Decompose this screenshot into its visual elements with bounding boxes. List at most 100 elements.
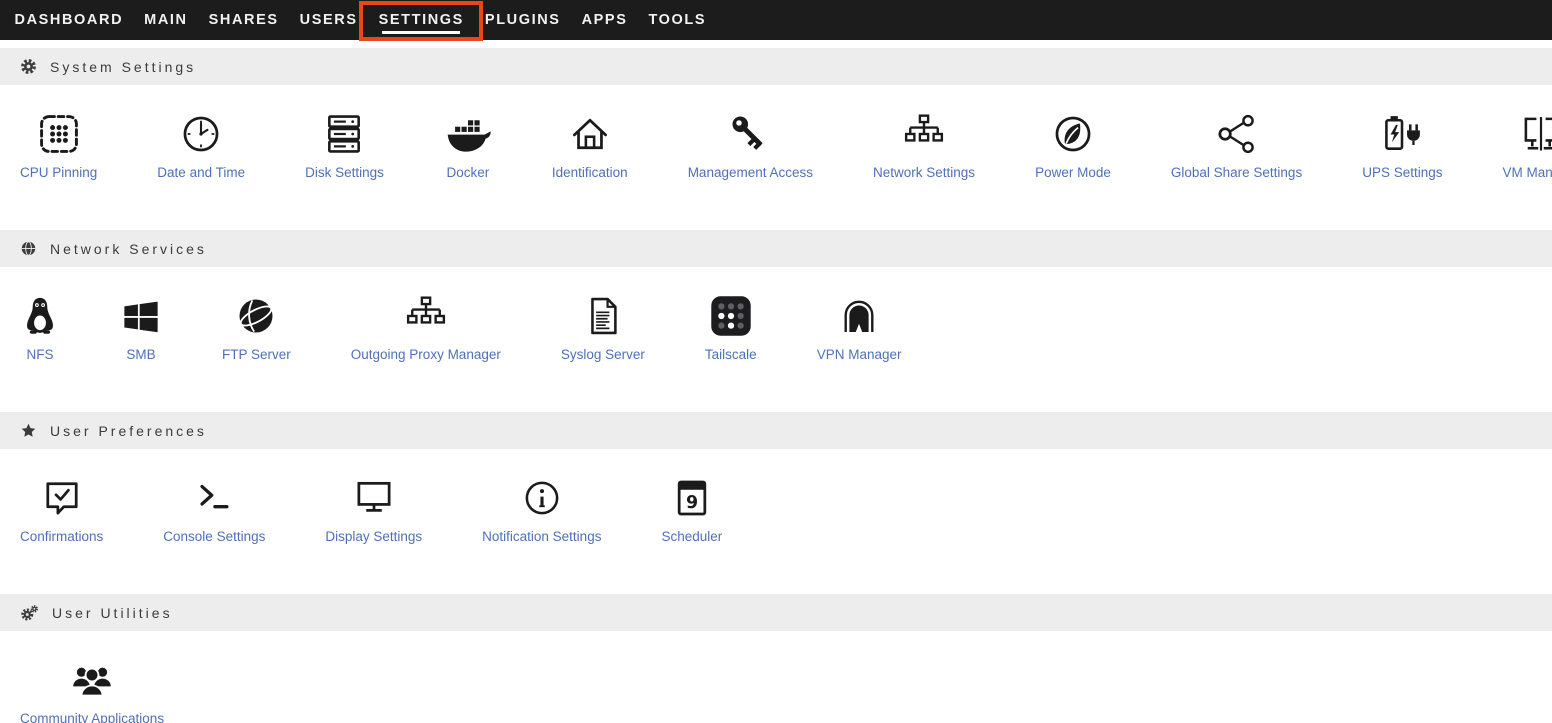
settings-page: System Settings CPU Pinning Date and Time D… — [0, 40, 1552, 723]
users-icon — [70, 656, 114, 702]
nav-item-dashboard[interactable]: DASHBOARD — [4, 0, 134, 40]
settings-item-label: UPS Settings — [1362, 165, 1442, 180]
section-network-services: Network Services NFS SMB FTP Server Outgoing… — [0, 230, 1552, 412]
nav-item-shares[interactable]: SHARES — [198, 0, 289, 40]
settings-item-tailscale[interactable]: Tailscale — [705, 292, 757, 362]
nav-item-apps[interactable]: APPS — [571, 0, 638, 40]
settings-item-vm-manager[interactable]: VM Manager — [1503, 110, 1552, 180]
clock-icon — [179, 110, 223, 156]
settings-item-management-access[interactable]: Management Access — [688, 110, 813, 180]
settings-item-docker[interactable]: Docker — [444, 110, 492, 180]
info-circle-icon — [520, 474, 564, 520]
sitemap-icon — [902, 110, 946, 156]
nav-item-settings[interactable]: SETTINGS — [368, 0, 474, 40]
nav-item-tools[interactable]: TOOLS — [638, 0, 717, 40]
settings-item-community-applications[interactable]: Community Applications — [20, 656, 164, 723]
monitor-icon — [352, 474, 396, 520]
settings-item-display-settings[interactable]: Display Settings — [325, 474, 422, 544]
settings-item-label: Date and Time — [157, 165, 245, 180]
settings-item-identification[interactable]: Identification — [552, 110, 628, 180]
leaf-circle-icon — [1051, 110, 1095, 156]
nav-item-label: SETTINGS — [379, 12, 464, 28]
tailscale-icon — [709, 292, 753, 338]
section-items: CPU Pinning Date and Time Disk Settings Doc… — [0, 85, 1552, 230]
settings-item-label: FTP Server — [222, 347, 291, 362]
section-header: Network Services — [0, 230, 1552, 267]
check-bubble-icon — [40, 474, 84, 520]
settings-item-label: Scheduler — [661, 529, 722, 544]
section-items: Confirmations Console Settings Display Set… — [0, 449, 1552, 594]
nav-item-label: USERS — [300, 12, 358, 28]
nav-item-label: PLUGINS — [485, 12, 561, 28]
section-header: User Preferences — [0, 412, 1552, 449]
settings-item-label: NFS — [27, 347, 54, 362]
settings-item-vpn-manager[interactable]: VPN Manager — [817, 292, 902, 362]
section-system-settings: System Settings CPU Pinning Date and Time D… — [0, 48, 1552, 230]
settings-item-syslog-server[interactable]: Syslog Server — [561, 292, 645, 362]
settings-item-label: VM Manager — [1503, 165, 1552, 180]
home-icon — [568, 110, 612, 156]
nav-item-main[interactable]: MAIN — [134, 0, 198, 40]
settings-item-label: VPN Manager — [817, 347, 902, 362]
tux-icon — [20, 292, 60, 338]
nav-item-users[interactable]: USERS — [289, 0, 368, 40]
settings-item-label: Display Settings — [325, 529, 422, 544]
settings-item-network-settings[interactable]: Network Settings — [873, 110, 975, 180]
nav-item-label: TOOLS — [648, 12, 706, 28]
terminal-icon — [192, 474, 236, 520]
settings-item-notification-settings[interactable]: Notification Settings — [482, 474, 601, 544]
windows-icon — [120, 292, 162, 338]
settings-item-label: Power Mode — [1035, 165, 1111, 180]
globe-icon — [20, 240, 37, 257]
globe-sphere-icon — [234, 292, 278, 338]
settings-item-label: Confirmations — [20, 529, 103, 544]
section-user-utilities: User Utilities Community Applications — [0, 594, 1552, 723]
key-icon — [728, 110, 772, 156]
settings-item-ftp-server[interactable]: FTP Server — [222, 292, 291, 362]
settings-item-power-mode[interactable]: Power Mode — [1035, 110, 1111, 180]
svg-text:9: 9 — [686, 493, 698, 513]
settings-item-label: Global Share Settings — [1171, 165, 1302, 180]
settings-item-label: Disk Settings — [305, 165, 384, 180]
battery-plug-icon — [1380, 110, 1424, 156]
section-user-preferences: User Preferences Confirmations Console Set… — [0, 412, 1552, 594]
settings-item-disk-settings[interactable]: Disk Settings — [305, 110, 384, 180]
section-title: System Settings — [50, 59, 196, 75]
hood-icon — [837, 292, 881, 338]
settings-item-label: Console Settings — [163, 529, 265, 544]
settings-item-nfs[interactable]: NFS — [20, 292, 60, 362]
settings-item-label: Docker — [446, 165, 489, 180]
nav-item-plugins[interactable]: PLUGINS — [474, 0, 571, 40]
gears-icon — [20, 604, 39, 622]
settings-item-label: Syslog Server — [561, 347, 645, 362]
settings-item-label: Management Access — [688, 165, 813, 180]
settings-item-console-settings[interactable]: Console Settings — [163, 474, 265, 544]
settings-item-scheduler[interactable]: 9 Scheduler — [661, 474, 722, 544]
settings-item-global-share-settings[interactable]: Global Share Settings — [1171, 110, 1302, 180]
section-title: User Preferences — [50, 423, 207, 439]
section-title: User Utilities — [52, 605, 173, 621]
document-icon — [581, 292, 625, 338]
settings-item-cpu-pinning[interactable]: CPU Pinning — [20, 110, 97, 180]
section-header: System Settings — [0, 48, 1552, 85]
settings-item-label: Notification Settings — [482, 529, 601, 544]
settings-item-label: SMB — [126, 347, 155, 362]
settings-item-label: Tailscale — [705, 347, 757, 362]
disk-stack-icon — [322, 110, 366, 156]
gear-icon — [20, 58, 37, 75]
settings-item-label: Network Settings — [873, 165, 975, 180]
star-icon — [20, 422, 37, 439]
settings-item-label: CPU Pinning — [20, 165, 97, 180]
nav-item-label: DASHBOARD — [15, 12, 124, 28]
settings-item-smb[interactable]: SMB — [120, 292, 162, 362]
settings-item-outgoing-proxy-manager[interactable]: Outgoing Proxy Manager — [351, 292, 501, 362]
top-nav: DASHBOARD MAINSHARES USERS SETTINGS PLUGINS A… — [0, 0, 1552, 40]
sitemap-icon — [404, 292, 448, 338]
section-header: User Utilities — [0, 594, 1552, 631]
share-nodes-icon — [1215, 110, 1259, 156]
settings-item-date-and-time[interactable]: Date and Time — [157, 110, 245, 180]
settings-item-confirmations[interactable]: Confirmations — [20, 474, 103, 544]
settings-item-ups-settings[interactable]: UPS Settings — [1362, 110, 1442, 180]
section-items: Community Applications — [0, 631, 1552, 723]
calendar-icon: 9 — [670, 474, 714, 520]
